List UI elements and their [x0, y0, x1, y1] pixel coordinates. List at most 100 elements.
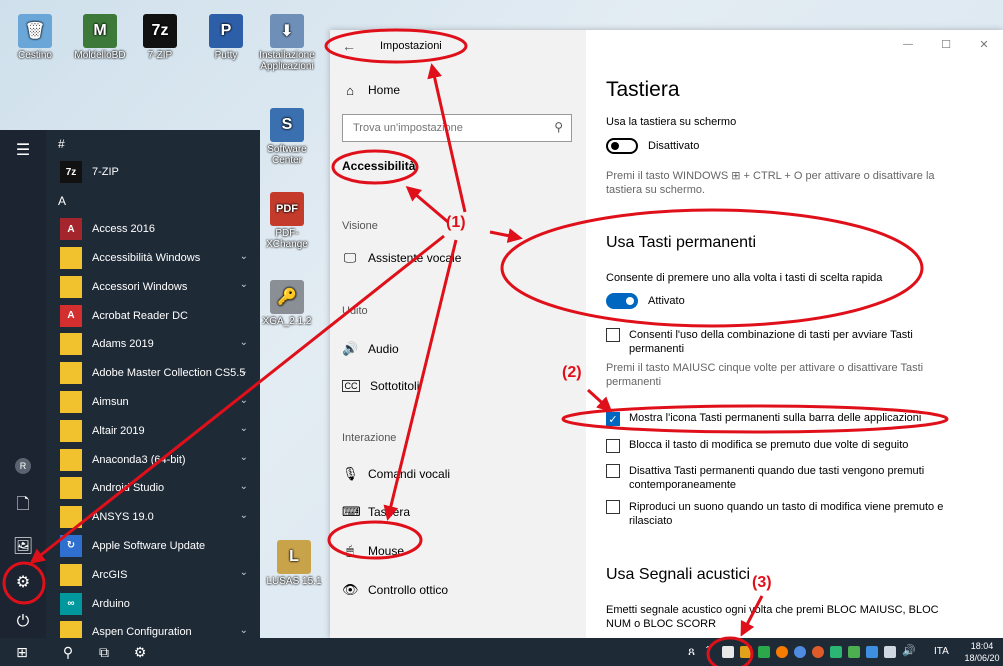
nav-item-audio[interactable]: 🔊 Audio [342, 337, 399, 361]
task-view-icon[interactable]: ⧉ [86, 638, 122, 666]
desktop-icon-xga[interactable]: 🔑 XGA_2.1.2 [255, 280, 319, 327]
desktop-icon-cestino[interactable]: 🗑 Cestino [3, 14, 67, 61]
app-item-7zip[interactable]: 7z 7-ZIP [46, 158, 260, 187]
desktop-icon-label: Installazione Applicazioni [259, 50, 315, 72]
disable-sticky-checkbox-row[interactable]: Disattiva Tasti permanenti quando due ta… [606, 464, 966, 492]
tray-app-icon[interactable] [830, 646, 842, 658]
taskbar-icon-checkbox[interactable]: ✓ [606, 412, 620, 426]
app-item-folder[interactable]: Accessibilità Windows ⌄ [46, 244, 260, 273]
lock-modifier-checkbox-row[interactable]: Blocca il tasto di modifica se premuto d… [606, 439, 966, 453]
app-list[interactable]: # 7z 7-ZIP A A Access 2016 Accessibilità… [46, 130, 260, 638]
nav-item-controllo-ottico[interactable]: 👁 Controllo ottico [342, 578, 448, 602]
play-sound-checkbox-row[interactable]: Riproduci un suono quando un tasto di mo… [606, 500, 966, 528]
nav-section-visione: Visione [342, 220, 378, 232]
app-item-folder[interactable]: Adobe Master Collection CS5.5 ⌄ [46, 359, 260, 388]
narrator-icon: 🖵 [343, 250, 357, 265]
tray-app-icon[interactable] [848, 646, 860, 658]
nav-item-sottotitoli[interactable]: CC Sottotitoli [342, 374, 419, 398]
app-item-folder[interactable]: Altair 2019 ⌄ [46, 416, 260, 445]
chevron-up-icon[interactable]: ˆ [706, 644, 710, 658]
nav-item-tastiera[interactable]: ⌨ Tastiera [342, 500, 410, 524]
back-arrow-icon[interactable]: ← [342, 38, 356, 54]
desktop-icon-putty[interactable]: P Putty [194, 14, 258, 61]
desktop-icon-software-center[interactable]: S Software Center [255, 108, 319, 166]
nav-item-label: Sottotitoli [370, 379, 420, 393]
app-item-folder[interactable]: Accessori Windows ⌄ [46, 272, 260, 301]
power-icon[interactable]: ⏻ [0, 602, 46, 642]
play-sound-checkbox[interactable] [606, 500, 620, 514]
app-item-folder[interactable]: Aspen Configuration ⌄ [46, 618, 260, 638]
settings-taskbar-icon[interactable]: ⚙ [122, 638, 158, 666]
shortcut-checkbox-row[interactable]: Consenti l'uso della combinazione di tas… [606, 328, 966, 356]
sticky-keys-tray-icon[interactable] [722, 646, 734, 658]
desktop-icon-7zip[interactable]: 7z 7-ZIP [128, 14, 192, 61]
network-icon[interactable] [884, 646, 896, 658]
language-indicator[interactable]: ITA [934, 646, 949, 657]
app-icon: M [83, 14, 117, 48]
start-rail: ☰ R 🗋 🖼 ⚙ ⏻ [0, 130, 46, 638]
close-button[interactable]: ✕ [965, 30, 1003, 62]
nav-home[interactable]: ⌂ Home [342, 78, 400, 102]
app-item-folder[interactable]: Anaconda3 (64-bit) ⌄ [46, 445, 260, 474]
clock-date: 18/06/20 [964, 653, 1000, 663]
captions-icon: CC [342, 380, 360, 392]
app-item-folder[interactable]: Android Studio ⌄ [46, 474, 260, 503]
app-label: Anaconda3 (64-bit) [92, 453, 186, 466]
minimize-button[interactable]: — [889, 30, 927, 62]
nav-item-label: Mouse [368, 544, 405, 558]
chevron-down-icon: ⌄ [239, 365, 248, 377]
tray-app-icon[interactable] [866, 646, 878, 658]
nav-item-assistente-vocale[interactable]: 🖵 Assistente vocale [342, 246, 462, 270]
tray-app-icon[interactable] [758, 646, 770, 658]
nav-item-mouse[interactable]: 🖱 Mouse [342, 539, 404, 563]
windows-start-icon[interactable]: ⊞ [4, 638, 40, 666]
app-label: ArcGIS [92, 568, 128, 581]
desktop-icon-moldello[interactable]: M MoldelloBD [68, 14, 132, 61]
app-item-apple-update[interactable]: ↻ Apple Software Update [46, 532, 260, 561]
taskbar: ⊞ ⚲ ⧉ ⚙ ጸ ˆ 🔊 ITA 18:04 18/06/20 [0, 638, 1003, 666]
volume-icon[interactable]: 🔊 [902, 644, 916, 657]
pictures-icon[interactable]: 🖼 [0, 526, 46, 566]
nav-item-comandi-vocali[interactable]: 🎙 Comandi vocali [342, 462, 450, 486]
app-item-access[interactable]: A Access 2016 [46, 215, 260, 244]
hamburger-menu-icon[interactable]: ☰ [0, 130, 46, 170]
app-item-folder[interactable]: ANSYS 19.0 ⌄ [46, 503, 260, 532]
app-item-folder[interactable]: Aimsun ⌄ [46, 388, 260, 417]
search-icon[interactable]: ⚲ [50, 638, 86, 666]
shortcut-checkbox[interactable] [606, 328, 620, 342]
clock[interactable]: 18:04 18/06/20 [962, 640, 1002, 664]
desktop-icon-installazione[interactable]: ⬇ Installazione Applicazioni [255, 14, 319, 72]
page-title: Tastiera [606, 78, 680, 101]
app-label: Apple Software Update [92, 539, 206, 552]
group-letter[interactable]: # [46, 130, 260, 158]
app-item-folder[interactable]: Adams 2019 ⌄ [46, 330, 260, 359]
disable-sticky-checkbox[interactable] [606, 464, 620, 478]
app-item-folder[interactable]: ArcGIS ⌄ [46, 560, 260, 589]
settings-gear-icon[interactable]: ⚙ [0, 562, 46, 602]
tray-app-icon[interactable] [794, 646, 806, 658]
documents-icon[interactable]: 🗋 [0, 486, 46, 526]
desktop-icon-lusas[interactable]: L LUSAS 15.1 [262, 540, 326, 587]
7zip-icon: 7z [60, 161, 82, 184]
tray-app-icon[interactable] [776, 646, 788, 658]
app-item-arduino[interactable]: ∞ Arduino [46, 589, 260, 618]
app-item-acrobat[interactable]: A Acrobat Reader DC [46, 301, 260, 330]
lock-modifier-checkbox[interactable] [606, 439, 620, 453]
desktop-icon-pdfxchange[interactable]: PDF PDF-XChange [255, 192, 319, 250]
desktop-icon-label: Software Center [267, 144, 307, 166]
taskbar-icon-checkbox-row[interactable]: ✓ Mostra l'icona Tasti permanenti sulla … [606, 412, 966, 426]
desktop-icon-label: LUSAS 15.1 [266, 576, 322, 587]
folder-icon [60, 419, 82, 442]
onscreen-keyboard-toggle[interactable] [606, 138, 638, 154]
tray-app-icon[interactable] [812, 646, 824, 658]
nav-item-label: Controllo ottico [368, 583, 449, 597]
tray-app-icon[interactable] [740, 646, 752, 658]
group-letter[interactable]: A [46, 187, 260, 215]
user-avatar[interactable]: R [0, 446, 46, 486]
people-icon[interactable]: ጸ [688, 644, 695, 659]
search-input[interactable] [351, 115, 545, 141]
app-label: ANSYS 19.0 [92, 511, 154, 524]
acrobat-icon: A [60, 304, 82, 327]
maximize-button[interactable]: ☐ [927, 30, 965, 62]
sticky-keys-toggle[interactable] [606, 293, 638, 309]
